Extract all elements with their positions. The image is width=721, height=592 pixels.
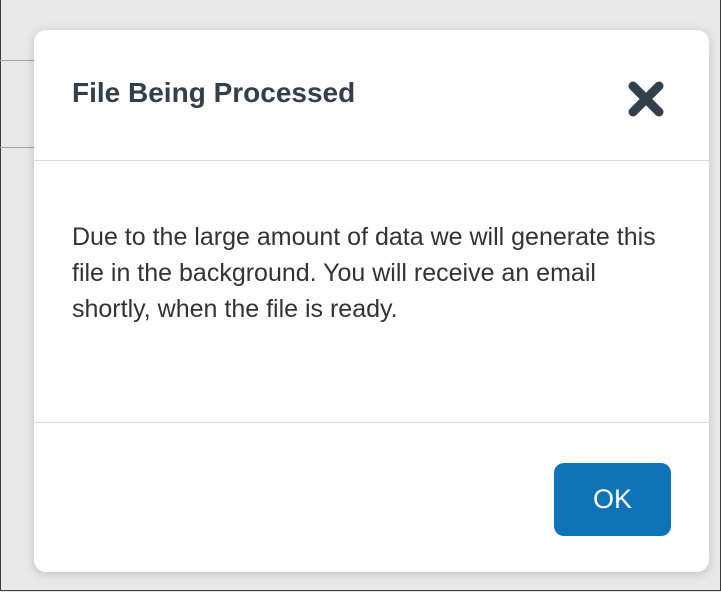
close-x-icon [628,81,664,117]
dialog-footer: OK [34,423,709,572]
close-button[interactable] [624,77,668,121]
dialog-title: File Being Processed [72,77,356,108]
ok-button[interactable]: OK [554,463,671,536]
file-processing-dialog: File Being Processed Due to the large am… [34,30,709,572]
dialog-header: File Being Processed [34,30,709,161]
dialog-body: Due to the large amount of data we will … [34,161,709,423]
dialog-message: Due to the large amount of data we will … [72,223,656,323]
